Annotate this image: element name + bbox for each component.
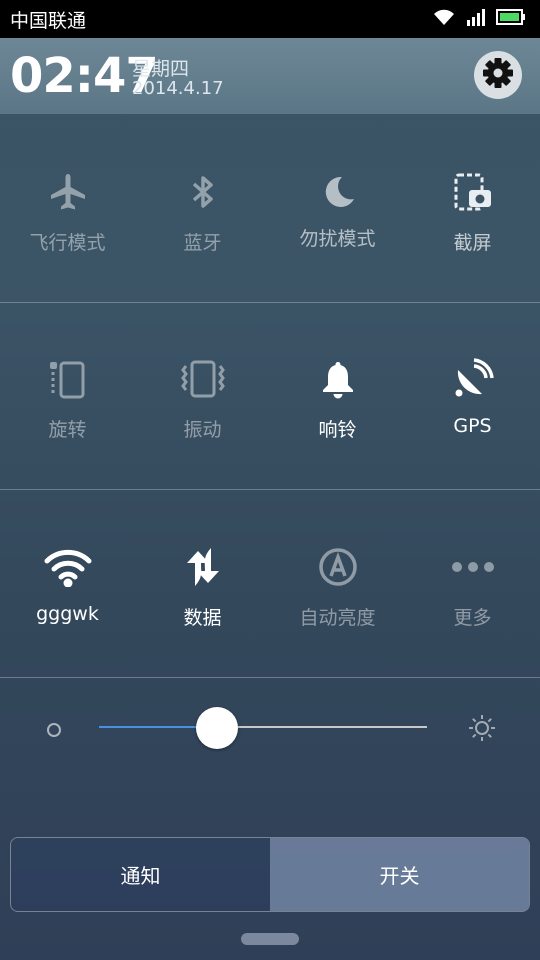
rotate-icon: [47, 357, 89, 401]
weekday: 星期四: [132, 58, 190, 80]
brightness-low-icon: [45, 721, 63, 743]
toggle-row-1: 飞行模式 蓝牙 勿扰模式 截屏: [0, 170, 540, 255]
toggle-label: 更多: [453, 607, 492, 629]
toggle-label: 飞行模式: [29, 232, 106, 254]
toggle-screenshot[interactable]: 截屏: [405, 170, 540, 255]
toggle-rotate[interactable]: 旋转: [0, 357, 135, 442]
divider: [0, 677, 540, 678]
signal-icon: [466, 8, 486, 30]
airplane-icon: [48, 170, 88, 214]
toggle-wifi[interactable]: gggwk: [0, 545, 135, 630]
toggle-do-not-disturb[interactable]: 勿扰模式: [270, 170, 405, 255]
toggle-label: GPS: [453, 415, 492, 437]
gear-icon: [481, 56, 515, 94]
notification-header: 02:47 星期四 2014.4.17: [0, 38, 540, 114]
panel-tabs: 通知 开关: [10, 837, 530, 912]
toggle-row-2: 旋转 振动 响铃 GPS: [0, 357, 540, 442]
carrier-name: 中国联通: [10, 9, 87, 32]
divider: [0, 489, 540, 490]
vibrate-icon: [180, 357, 226, 401]
toggle-label: 勿扰模式: [299, 228, 376, 250]
brightness-high-icon: [467, 713, 497, 747]
wifi-icon: [43, 545, 93, 589]
toggle-auto-brightness[interactable]: 自动亮度: [270, 545, 405, 630]
toggle-label: 数据: [183, 607, 222, 629]
toggle-label: 自动亮度: [299, 607, 376, 629]
more-icon: [451, 545, 495, 589]
tab-toggles[interactable]: 开关: [270, 838, 529, 911]
status-icons: [432, 8, 526, 30]
screenshot-icon: [453, 170, 493, 214]
status-bar: 中国联通: [0, 0, 540, 38]
toggle-ring[interactable]: 响铃: [270, 357, 405, 442]
data-icon: [181, 545, 225, 589]
auto-brightness-icon: [317, 545, 359, 589]
toggle-more[interactable]: 更多: [405, 545, 540, 630]
toggle-label: 响铃: [318, 419, 357, 441]
battery-icon: [496, 9, 526, 29]
date: 2014.4.17: [132, 78, 224, 99]
brightness-slider-thumb[interactable]: [196, 707, 239, 749]
drag-handle[interactable]: [241, 933, 299, 945]
toggle-bluetooth[interactable]: 蓝牙: [135, 170, 270, 255]
settings-button[interactable]: [474, 51, 522, 99]
toggle-label: gggwk: [36, 603, 99, 625]
brightness-control: [0, 679, 540, 784]
moon-icon: [318, 170, 358, 214]
bell-icon: [318, 357, 358, 401]
gps-icon: [452, 357, 494, 401]
brightness-slider[interactable]: [99, 726, 427, 728]
toggle-mobile-data[interactable]: 数据: [135, 545, 270, 630]
wifi-status-icon: [432, 8, 456, 30]
divider: [0, 302, 540, 303]
toggle-gps[interactable]: GPS: [405, 357, 540, 442]
toggle-label: 蓝牙: [183, 232, 222, 254]
toggle-row-3: gggwk 数据 自动亮度 更多: [0, 545, 540, 630]
toggle-label: 旋转: [48, 419, 87, 441]
toggle-airplane-mode[interactable]: 飞行模式: [0, 170, 135, 255]
toggle-label: 振动: [183, 419, 222, 441]
bluetooth-icon: [183, 170, 223, 214]
tab-notifications[interactable]: 通知: [11, 838, 270, 911]
toggle-label: 截屏: [453, 232, 492, 254]
toggle-vibrate[interactable]: 振动: [135, 357, 270, 442]
